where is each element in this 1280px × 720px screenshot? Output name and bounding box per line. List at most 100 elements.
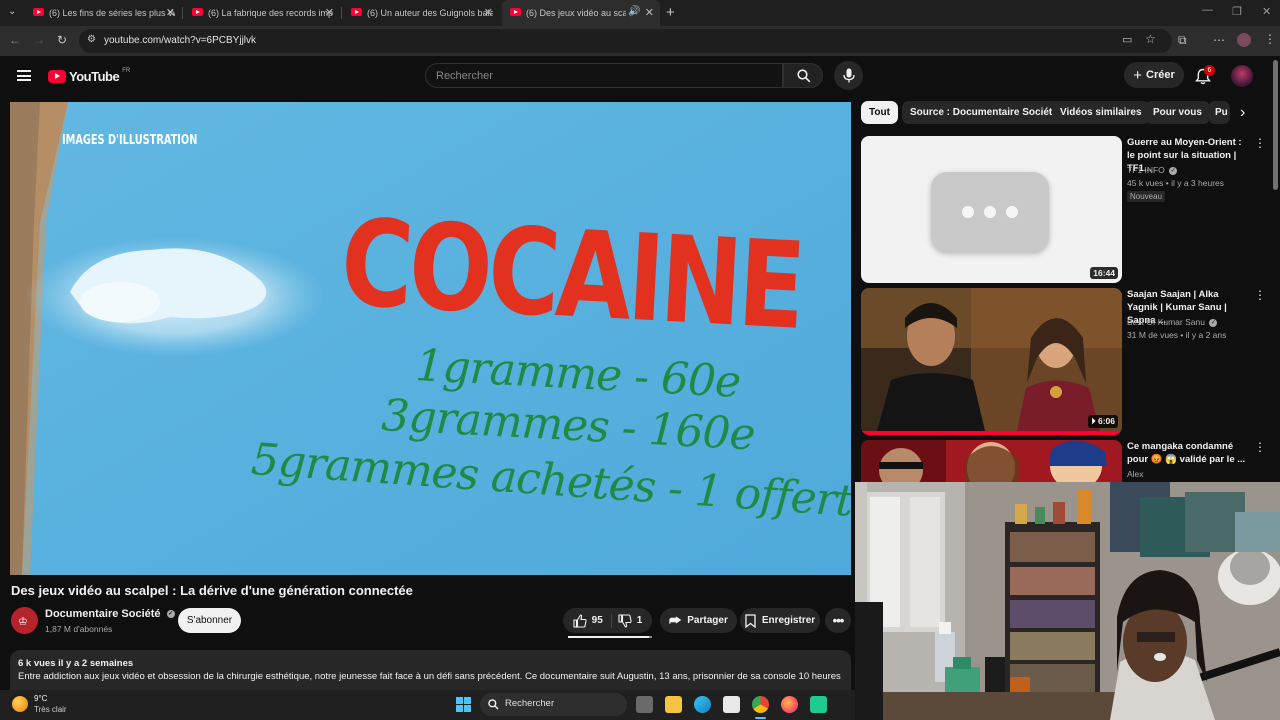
tab-label: (6) Les fins de séries les plus W: [49, 8, 175, 18]
chrome-browser-icon[interactable]: [752, 696, 769, 713]
recommendation-channel[interactable]: Alex: [1127, 469, 1144, 479]
chip-similar-videos[interactable]: Vidéos similaires: [1052, 101, 1150, 124]
search-input[interactable]: Rechercher: [425, 63, 783, 88]
voice-search-button[interactable]: [834, 61, 863, 90]
tab-search-icon[interactable]: ⋯: [1213, 33, 1225, 47]
video-player[interactable]: IMAGES D'ILLUSTRATION COCAINE 1gramme - …: [10, 102, 851, 575]
recommendation-channel[interactable]: Best Of Kumar Sanu ✓: [1127, 317, 1218, 327]
extensions-icon[interactable]: ⧉: [1178, 33, 1187, 48]
minimize-icon[interactable]: —: [1202, 4, 1213, 16]
cast-icon[interactable]: ▭: [1122, 33, 1132, 46]
recommendation-menu-icon[interactable]: ⋮: [1254, 440, 1266, 454]
save-button[interactable]: Enregistrer: [740, 608, 820, 633]
youtube-logo[interactable]: YouTube FR: [48, 68, 130, 84]
channel-name-text[interactable]: Documentaire Société: [45, 608, 161, 620]
recommendation-channel[interactable]: TF1 INFO ✓: [1127, 165, 1178, 175]
dislike-button[interactable]: 1: [618, 613, 642, 628]
recommendation-menu-icon[interactable]: ⋮: [1254, 136, 1266, 150]
close-tab-icon[interactable]: ✕: [645, 6, 654, 19]
url-text[interactable]: youtube.com/watch?v=6PCBYjjlvk: [104, 35, 256, 46]
recommendation-menu-icon[interactable]: ⋮: [1254, 288, 1266, 302]
file-explorer-icon[interactable]: [665, 696, 682, 713]
browser-tab-2[interactable]: (6) La fabrique des records imp ✕: [192, 0, 334, 26]
notifications-button[interactable]: 6: [1194, 65, 1215, 86]
taskbar-search[interactable]: Rechercher: [480, 693, 627, 716]
taskbar-search-label: Rechercher: [505, 698, 555, 709]
firefox-browser-icon[interactable]: [781, 696, 798, 713]
temperature: 9°C: [34, 694, 48, 703]
page-scrollbar[interactable]: [1273, 60, 1278, 190]
youtube-favicon-icon: [510, 8, 521, 16]
region-code: FR: [122, 68, 131, 74]
address-bar[interactable]: ⚙ youtube.com/watch?v=6PCBYjjlvk ▭ ☆: [79, 29, 1172, 53]
youtube-favicon-icon: [192, 8, 203, 16]
microphone-icon: [842, 68, 855, 83]
recommendation-channel-name[interactable]: Best Of Kumar Sanu: [1127, 317, 1205, 327]
chip-source-channel[interactable]: Source : Documentaire Société: [902, 101, 1066, 124]
back-arrow-icon[interactable]: ←: [9, 33, 21, 47]
thumbnail-image: [861, 288, 1122, 435]
edge-browser-icon[interactable]: [694, 696, 711, 713]
browser-tab-bar: ⌄ (6) Les fins de séries les plus W ✕ (6…: [0, 0, 1280, 26]
recommendation-title[interactable]: Ce mangaka condamné pour 😡 😱 validé par …: [1127, 440, 1247, 466]
browser-tab-active[interactable]: (6) Des jeux vidéo au scalpe 🔊 ✕: [502, 0, 660, 26]
windows-start-icon[interactable]: [456, 697, 471, 712]
thumbnail-image: [861, 440, 1122, 482]
weather-widget[interactable]: 9°C Très clair: [12, 694, 82, 716]
webcam-feed: [855, 482, 1280, 720]
active-app-indicator: [755, 717, 766, 719]
browser-tab-1[interactable]: (6) Les fins de séries les plus W ✕: [33, 0, 175, 26]
task-view-icon[interactable]: [636, 696, 653, 713]
chip-all[interactable]: Tout: [861, 101, 898, 124]
rating-progress-bar: [568, 636, 652, 638]
recommendation-thumbnail[interactable]: [861, 440, 1122, 482]
microsoft-store-icon[interactable]: [723, 696, 740, 713]
search-placeholder: Rechercher: [436, 70, 493, 82]
shorts-icon: ⏵: [1091, 416, 1098, 426]
recommendation-thumbnail[interactable]: ⏵ 6:06: [861, 288, 1122, 435]
tab-label: (6) Des jeux vidéo au scalpe: [526, 8, 626, 18]
profile-avatar[interactable]: [1237, 33, 1251, 47]
channel-avatar[interactable]: ♔: [11, 607, 38, 634]
app-icon[interactable]: [810, 696, 827, 713]
new-badge: Nouveau: [1127, 191, 1166, 202]
thumbs-down-icon: [618, 613, 632, 628]
tab-divider: [341, 7, 342, 19]
tab-list-chevron-icon[interactable]: ⌄: [8, 6, 16, 17]
browser-menu-icon[interactable]: ⋮: [1264, 32, 1276, 46]
search-button[interactable]: [783, 63, 823, 88]
share-arrow-icon: ⮫: [669, 612, 682, 628]
hamburger-menu-icon[interactable]: [17, 70, 31, 81]
youtube-favicon-icon: [33, 8, 44, 16]
youtube-header: YouTube FR Rechercher + Créer 6: [0, 56, 1280, 98]
recommendation-channel-name[interactable]: TF1 INFO: [1127, 165, 1165, 175]
restore-icon[interactable]: ❐: [1232, 5, 1242, 18]
chevron-right-icon[interactable]: ›: [1240, 104, 1245, 122]
close-tab-icon[interactable]: ✕: [484, 6, 493, 19]
save-label: Enregistrer: [761, 615, 816, 626]
close-tab-icon[interactable]: ✕: [166, 6, 175, 19]
more-actions-button[interactable]: •••: [825, 608, 851, 633]
account-avatar[interactable]: [1231, 65, 1253, 87]
recommendation-thumbnail[interactable]: 16:44: [861, 136, 1122, 283]
reload-icon[interactable]: ↻: [57, 33, 67, 47]
like-button[interactable]: 95: [573, 613, 612, 628]
webcam-overlay: [855, 482, 1280, 720]
bookmark-star-icon[interactable]: ☆: [1145, 32, 1156, 46]
chip-for-you[interactable]: Pour vous: [1145, 101, 1210, 124]
browser-tab-3[interactable]: (6) Un auteur des Guignols bala ✕: [351, 0, 493, 26]
close-tab-icon[interactable]: ✕: [325, 6, 334, 19]
create-button[interactable]: + Créer: [1124, 62, 1184, 88]
create-label: Créer: [1146, 69, 1175, 81]
new-tab-icon[interactable]: +: [666, 4, 675, 21]
share-button[interactable]: ⮫ Partager: [660, 608, 737, 633]
chip-partial[interactable]: Pu: [1208, 101, 1230, 124]
channel-name[interactable]: Documentaire Société ✓: [45, 608, 175, 620]
thumbs-up-icon: [573, 613, 587, 628]
close-window-icon[interactable]: ✕: [1262, 5, 1271, 18]
loading-placeholder-icon: [931, 172, 1049, 252]
subscribe-button[interactable]: S'abonner: [178, 608, 241, 633]
speaker-icon[interactable]: 🔊: [628, 6, 640, 17]
forward-arrow-icon[interactable]: →: [33, 33, 45, 47]
site-info-icon[interactable]: ⚙: [87, 34, 96, 45]
